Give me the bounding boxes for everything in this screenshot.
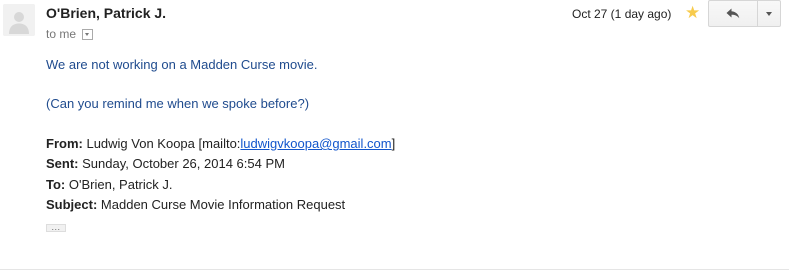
quoted-sent-value: Sunday, October 26, 2014 6:54 PM (82, 156, 285, 171)
recipient-row: to me (46, 27, 94, 41)
quoted-subject-label: Subject: (46, 197, 98, 212)
quoted-from-name: Ludwig Von Koopa [mailto: (86, 136, 241, 151)
message-date[interactable]: Oct 27 (1 day ago) (572, 7, 671, 21)
message-actions (708, 0, 781, 27)
person-silhouette-icon (3, 4, 35, 36)
divider (0, 269, 789, 270)
body-line-2: (Can you remind me when we spoke before?… (46, 96, 310, 111)
sender-name[interactable]: O'Brien, Patrick J. (46, 5, 166, 21)
quoted-sent: Sent: Sunday, October 26, 2014 6:54 PM (46, 156, 285, 171)
more-actions-button[interactable] (758, 0, 781, 27)
quoted-subject-value: Madden Curse Movie Information Request (100, 197, 346, 212)
chevron-down-icon (766, 11, 772, 16)
show-trimmed-content-button[interactable]: ... (46, 223, 66, 232)
body-line-1: We are not working on a Madden Curse mov… (46, 57, 318, 72)
recipient-details-toggle[interactable] (82, 28, 94, 40)
quoted-sent-label: Sent: (46, 156, 79, 171)
reply-arrow-icon (726, 8, 740, 19)
avatar[interactable] (3, 4, 35, 36)
quoted-to: To: O'Brien, Patrick J. (46, 177, 173, 192)
sender-email-link[interactable]: ludwigvkoopa@gmail.com (240, 136, 391, 151)
quoted-from: From: Ludwig Von Koopa [mailto:ludwigvko… (46, 136, 395, 151)
recipient-label: to me (46, 27, 77, 41)
quoted-to-label: To: (46, 177, 66, 192)
reply-button[interactable] (708, 0, 758, 27)
quoted-from-label: From: (46, 136, 83, 151)
quoted-from-close: ] (391, 136, 396, 151)
quoted-to-value: O'Brien, Patrick J. (68, 177, 173, 192)
quoted-subject: Subject: Madden Curse Movie Information … (46, 197, 345, 212)
star-icon[interactable]: ★ (685, 4, 700, 21)
